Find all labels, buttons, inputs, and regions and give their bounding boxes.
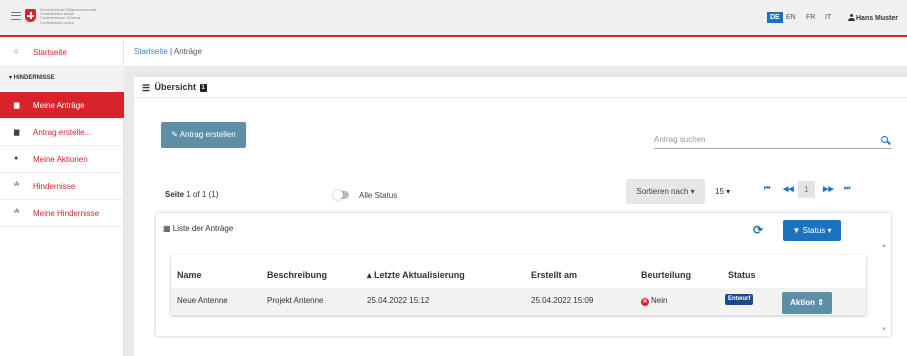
request-table: Name Beschreibung ▴ Letzte Aktualisierun…: [171, 255, 866, 315]
table-row[interactable]: Neue Antenne Projekt Antenne 25.04.2022 …: [171, 288, 866, 314]
status-filter-button[interactable]: ▼ Status ▾: [783, 220, 841, 241]
cell-assessment: ✕ Nein: [641, 296, 668, 306]
current-page[interactable]: 1: [798, 181, 815, 198]
count-badge: 1: [199, 83, 207, 92]
scrollbar[interactable]: ▲ ▼: [880, 243, 888, 336]
next-page-icon[interactable]: ▶▶: [823, 185, 834, 193]
obstacle-icon: ᵎᴬᵎ: [14, 208, 20, 216]
refresh-icon[interactable]: ⟳: [753, 223, 763, 237]
per-page-select[interactable]: 15 ▾: [715, 187, 730, 196]
all-status-toggle[interactable]: [333, 190, 349, 200]
swiss-flag-icon: [25, 9, 36, 22]
previous-page-icon[interactable]: ◀◀: [783, 185, 794, 193]
column-header-last-updated[interactable]: ▴ Letzte Aktualisierung: [367, 270, 465, 281]
breadcrumb-home-link[interactable]: Startseite: [134, 47, 168, 56]
scroll-down-icon[interactable]: ▼: [881, 327, 887, 333]
sidebar-item-meine-antraege[interactable]: ▆ Meine Anträge: [0, 92, 124, 119]
column-header-created[interactable]: Erstellt am: [531, 270, 577, 280]
lang-it[interactable]: IT: [825, 14, 831, 21]
sidebar-item-home[interactable]: ⌂ Startseite: [0, 39, 124, 66]
column-header-description[interactable]: Beschreibung: [267, 270, 327, 280]
cell-created: 25.04.2022 15:09: [531, 296, 594, 305]
new-document-icon: ▆: [14, 128, 20, 136]
main-area: Startseite | Anträge ☰ Übersicht 1 ✎ Ant…: [124, 39, 907, 356]
content-panel: ✎ Antrag erstellen Antrag suchen Seite 1…: [134, 98, 907, 356]
lang-fr[interactable]: FR: [806, 14, 815, 21]
obstacle-icon: ᵎᴬᵎ: [14, 181, 20, 189]
last-page-icon[interactable]: ⏭: [844, 185, 850, 193]
page-title: Übersicht: [154, 82, 197, 92]
cross-circle-icon: ✕: [641, 298, 649, 306]
column-header-assessment[interactable]: Beurteilung: [641, 270, 691, 280]
request-list-card: ▦ Liste der Anträge ⟳ ▼ Status ▾ Name Be…: [156, 213, 891, 336]
page-info: Seite 1 of 1 (1): [165, 190, 219, 199]
sidebar-item-meine-aktionen[interactable]: ● Meine Aktionen: [0, 146, 124, 173]
sort-dropdown[interactable]: Sortieren nach ▾: [626, 179, 705, 204]
action-button[interactable]: Aktion ⇕: [782, 292, 832, 314]
list-title: ▦ Liste der Anträge: [163, 224, 234, 233]
lang-de[interactable]: DE: [767, 12, 783, 23]
sidebar-section-hindernisse[interactable]: ▾ HINDERNISSE: [0, 65, 124, 91]
first-page-icon[interactable]: ⏮: [764, 185, 770, 193]
top-bar: Schweizerische Eidgenossenschaft Confédé…: [0, 0, 907, 37]
all-status-label: Alle Status: [359, 191, 398, 200]
search-input[interactable]: Antrag suchen: [654, 131, 892, 149]
user-icon: [848, 14, 855, 21]
sidebar-item-antrag-erstellen[interactable]: ▆ Antrag erstelle...: [0, 119, 124, 146]
filter-icon: ▼: [792, 226, 801, 235]
breadcrumb: Startseite | Anträge: [124, 39, 907, 66]
sidebar-item-meine-hindernisse[interactable]: ᵎᴬᵎ Meine Hindernisse: [0, 200, 124, 227]
edit-icon: ✎: [171, 130, 178, 139]
column-header-name[interactable]: Name: [177, 270, 202, 280]
scroll-up-icon[interactable]: ▲: [881, 243, 887, 249]
breadcrumb-current: Anträge: [173, 47, 202, 56]
lang-en[interactable]: EN: [786, 14, 796, 21]
person-icon: ●: [14, 154, 19, 162]
status-badge: Entwurf: [725, 294, 754, 305]
confederation-logo-text: Schweizerische Eidgenossenschaft Confédé…: [40, 8, 97, 25]
sidebar: ⌂ Startseite ▾ HINDERNISSE ▆ Meine Anträ…: [0, 39, 124, 356]
user-menu[interactable]: Hans Muster: [848, 14, 898, 22]
search-icon[interactable]: [881, 136, 888, 143]
create-request-button[interactable]: ✎ Antrag erstellen: [161, 122, 246, 148]
cell-name: Neue Antenne: [177, 296, 228, 305]
cell-updated: 25.04.2022 15:12: [367, 296, 430, 305]
document-icon: ▆: [14, 101, 20, 109]
home-icon: ⌂: [14, 47, 19, 55]
column-header-status[interactable]: Status: [728, 270, 756, 280]
overview-header: ☰ Übersicht 1: [134, 77, 907, 97]
sidebar-item-hindernisse[interactable]: ᵎᴬᵎ Hindernisse: [0, 173, 124, 200]
table-icon: ▦: [163, 224, 171, 233]
cell-description: Projekt Antenne: [267, 296, 324, 305]
list-icon: ☰: [142, 82, 151, 93]
menu-icon[interactable]: [11, 12, 21, 20]
